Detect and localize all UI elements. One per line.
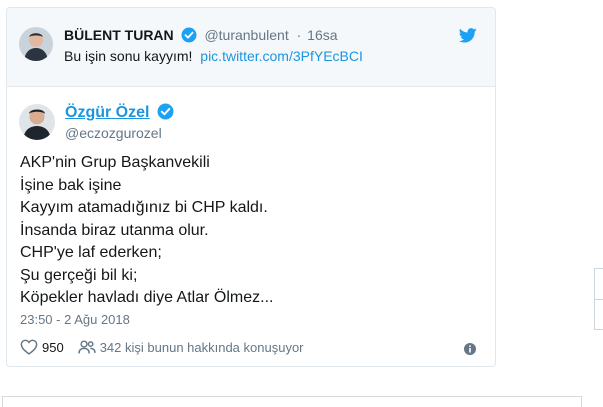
author-avatar[interactable]	[19, 104, 55, 140]
verified-icon	[157, 103, 174, 125]
tweet-actions: 950 342 kişi bunun hakkında konuşuyor	[20, 339, 304, 355]
author-block: Özgür Özel @eczozgurozel	[65, 103, 174, 141]
tweet-line: İşine bak işine	[20, 176, 122, 194]
tweet-text: AKP'nin Grup Başkanvekili İşine bak işin…	[20, 152, 273, 310]
tweet-embed-card: BÜLENT TURAN @turanbulent · 16sa Bu işin…	[6, 7, 496, 367]
people-icon	[77, 340, 96, 354]
conversation-text: 342 kişi bunun hakkında konuşuyor	[99, 339, 304, 355]
tweet-timestamp[interactable]: 23:50 - 2 Ağu 2018	[20, 312, 130, 327]
verified-icon	[181, 27, 197, 46]
reply-header: BÜLENT TURAN @turanbulent · 16sa	[64, 27, 338, 46]
tweet-line: Köpekler havladı diye Atlar Ölmez...	[20, 289, 274, 306]
reply-author-handle[interactable]: @turanbulent	[204, 27, 288, 43]
reply-pic-link[interactable]: pic.twitter.com/3PfYEcBCI	[200, 48, 363, 64]
author-name[interactable]: Özgür Özel	[65, 104, 149, 121]
reply-text-content: Bu işin sonu kayyım!	[64, 48, 193, 64]
tweet-line: CHP'ye laf ederken;	[20, 244, 162, 261]
separator-dot: ·	[296, 27, 302, 43]
tweet-line: Kayyım atamadığınız bi CHP kaldı.	[20, 199, 268, 216]
heart-icon	[20, 339, 38, 355]
reply-tweet[interactable]: BÜLENT TURAN @turanbulent · 16sa Bu işin…	[7, 8, 495, 87]
twitter-bird-icon[interactable]	[458, 28, 477, 48]
bottom-panel	[2, 396, 582, 407]
info-icon[interactable]	[464, 342, 476, 360]
tweet-line: İnsanda biraz utanma olur.	[20, 221, 209, 239]
reply-time[interactable]: 16sa	[307, 27, 337, 43]
conversation-action[interactable]: 342 kişi bunun hakkında konuşuyor	[77, 339, 304, 355]
side-panel-button[interactable]	[594, 268, 603, 330]
like-action[interactable]: 950	[20, 339, 78, 355]
reply-avatar[interactable]	[19, 27, 53, 61]
reply-text: Bu işin sonu kayyım! pic.twitter.com/3Pf…	[64, 48, 363, 64]
tweet-line: AKP'nin Grup Başkanvekili	[20, 154, 210, 171]
author-handle[interactable]: @eczozgurozel	[65, 125, 162, 141]
tweet-line: Şu gerçeği bil ki;	[20, 266, 138, 284]
reply-author-name[interactable]: BÜLENT TURAN	[64, 27, 174, 43]
side-panel-divider	[595, 299, 603, 300]
like-count: 950	[42, 339, 64, 355]
